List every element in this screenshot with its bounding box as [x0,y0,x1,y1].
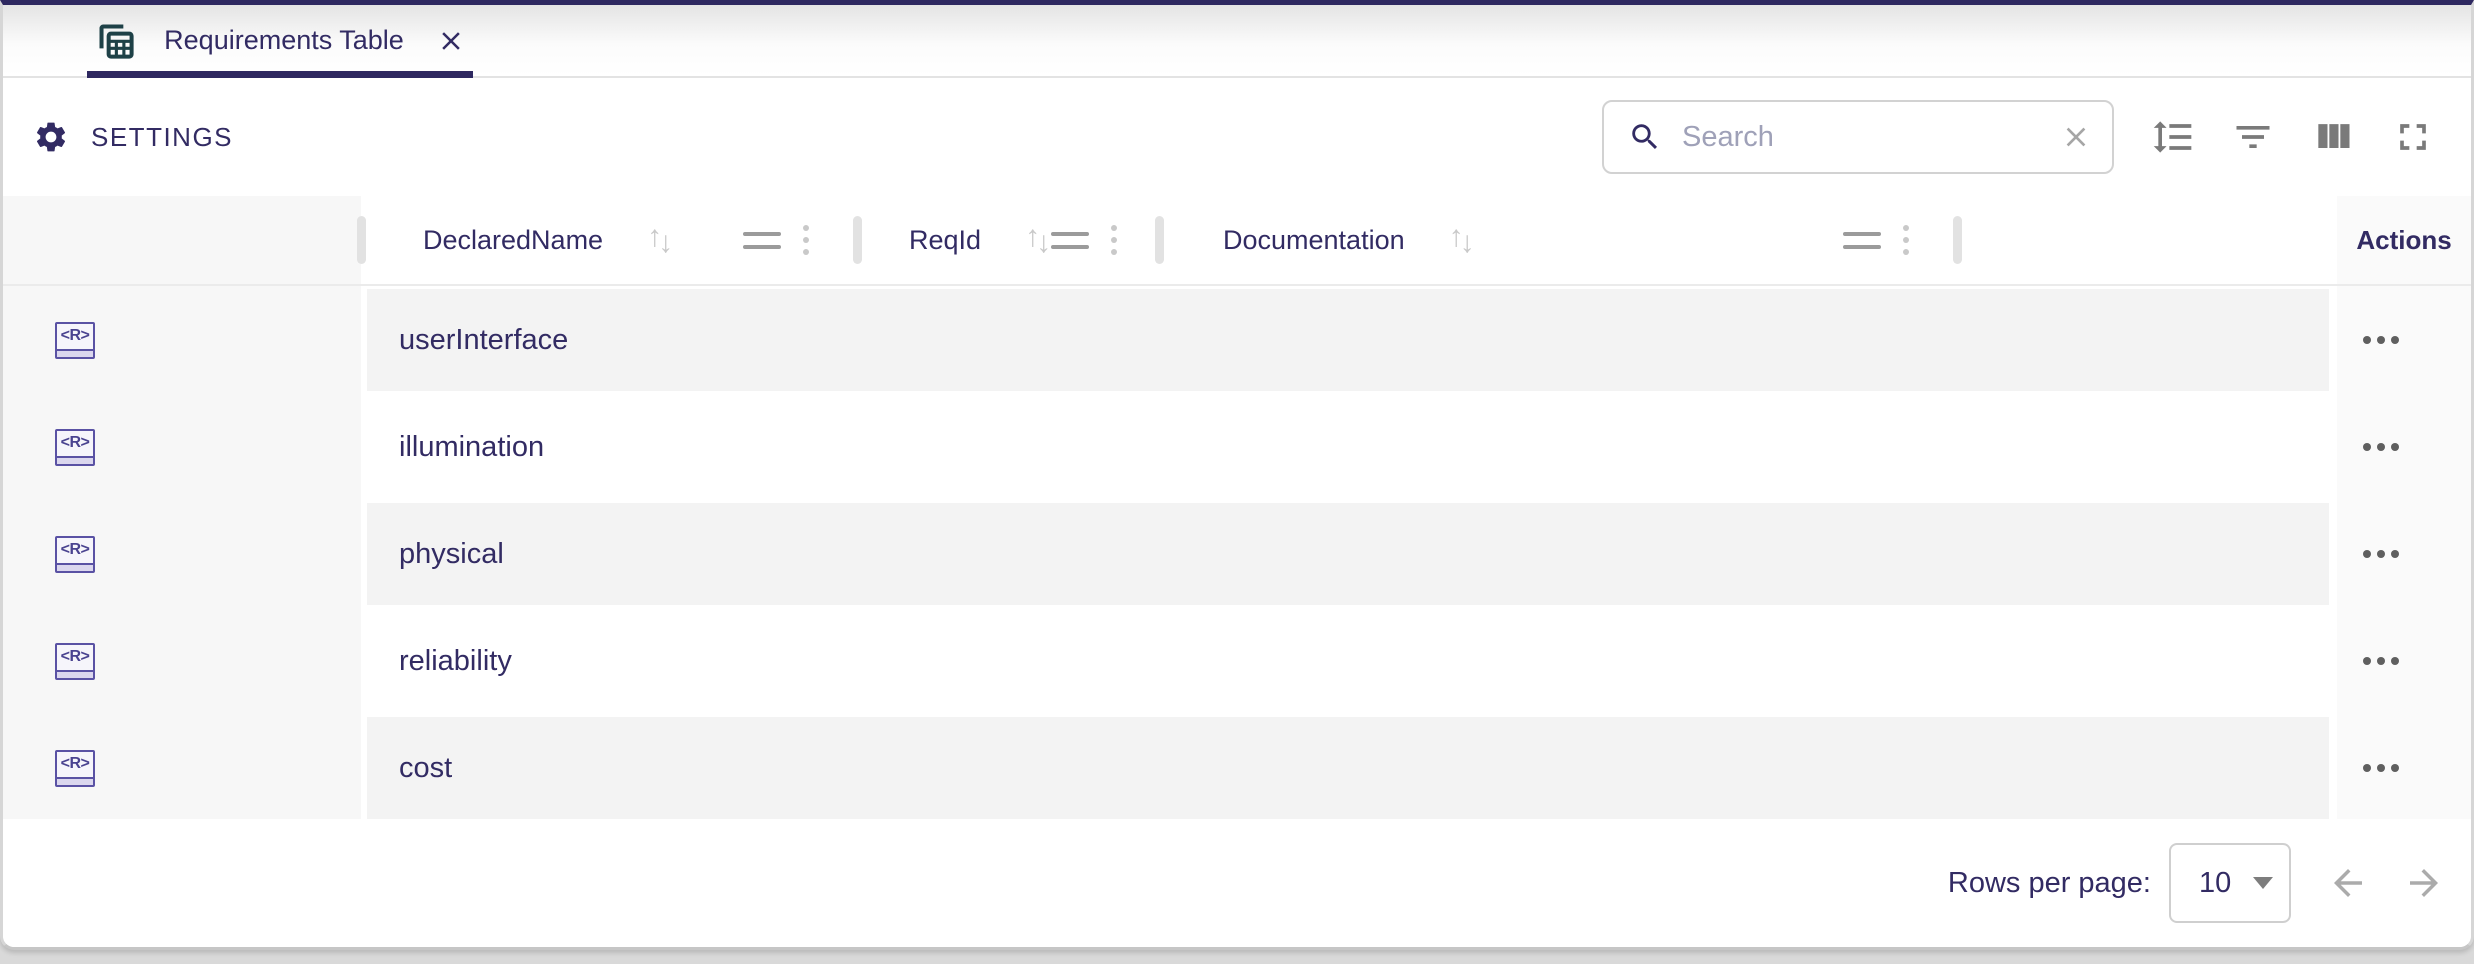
equals-icon[interactable] [743,232,781,249]
vertical-dots-icon[interactable] [1901,223,1911,257]
rows-per-page-value: 10 [2199,867,2231,900]
declaredname-cell[interactable]: reliability [367,610,2329,712]
table-footer: Rows per page: 10 [3,819,2471,947]
tab-requirements-table[interactable]: Requirements Table [87,5,473,76]
column-header-reqid[interactable]: ReqId ↑↓ [857,196,1159,284]
close-icon[interactable] [2060,121,2092,153]
table-row[interactable]: <R> userInterface [3,289,2471,391]
declaredname-cell[interactable]: userInterface [367,289,2329,391]
declaredname-value: reliability [399,645,512,678]
column-header-documentation[interactable]: Documentation ↑↓ [1159,196,1957,284]
declaredname-value: physical [399,538,504,571]
ellipsis-icon[interactable] [2359,651,2403,671]
column-header-declaredname[interactable]: DeclaredName ↑↓ [361,196,857,284]
sort-arrows-icon[interactable]: ↑↓ [1025,225,1051,255]
toolbar-right [1602,100,2437,174]
row-actions-cell [2337,610,2471,712]
ellipsis-icon[interactable] [2359,437,2403,457]
fullscreen-icon[interactable] [2389,113,2437,161]
row-type-cell: <R> [3,289,361,391]
column-header-icons [3,196,361,284]
gear-icon [33,119,69,155]
tab-title: Requirements Table [164,25,404,56]
declaredname-cell[interactable]: cost [367,717,2329,819]
close-icon[interactable] [436,26,466,56]
search-icon [1628,120,1662,154]
tab-bar: Requirements Table [3,5,2471,78]
declaredname-value: cost [399,752,452,785]
row-type-cell: <R> [3,503,361,605]
caret-down-icon [2253,877,2273,889]
requirement-icon: <R> [55,429,95,466]
search-input[interactable] [1680,120,2060,155]
app-window: Requirements Table SETTINGS [0,0,2474,950]
row-height-icon[interactable] [2149,113,2197,161]
column-header-actions: Actions [2337,196,2471,284]
table-row[interactable]: <R> cost [3,717,2471,819]
settings-button[interactable]: SETTINGS [33,119,233,155]
column-resize-handle[interactable] [357,216,366,264]
table-header: DeclaredName ↑↓ ReqId ↑↓ Documentation ↑… [3,196,2471,286]
filter-icon[interactable] [2229,113,2277,161]
next-page-button[interactable] [2399,858,2449,908]
settings-label: SETTINGS [91,122,233,153]
row-type-cell: <R> [3,717,361,819]
rows-per-page-label: Rows per page: [1948,867,2151,900]
table-row[interactable]: <R> reliability [3,610,2471,712]
declaredname-cell[interactable]: physical [367,503,2329,605]
vertical-dots-icon[interactable] [1109,223,1119,257]
search-box [1602,100,2114,174]
requirement-icon: <R> [55,643,95,680]
previous-page-button[interactable] [2323,858,2373,908]
table-toolbar-icons [2149,113,2437,161]
settings-toolbar: SETTINGS [3,78,2471,196]
table-body: <R> userInterface <R> illumination [3,286,2471,819]
vertical-dots-icon[interactable] [801,223,811,257]
row-actions-cell [2337,289,2471,391]
equals-icon[interactable] [1843,232,1881,249]
row-actions-cell [2337,717,2471,819]
column-resize-handle[interactable] [1953,216,1962,264]
requirement-icon: <R> [55,322,95,359]
column-resize-handle[interactable] [1155,216,1164,264]
row-type-cell: <R> [3,396,361,498]
equals-icon[interactable] [1051,232,1089,249]
ellipsis-icon[interactable] [2359,330,2403,350]
requirements-table-icon [94,19,138,63]
declaredname-value: illumination [399,431,544,464]
sort-arrows-icon[interactable]: ↑↓ [1449,225,1475,255]
declaredname-cell[interactable]: illumination [367,396,2329,498]
declaredname-value: userInterface [399,324,568,357]
row-actions-cell [2337,503,2471,605]
columns-icon[interactable] [2309,113,2357,161]
ellipsis-icon[interactable] [2359,544,2403,564]
column-header-filler [1957,196,2337,284]
row-type-cell: <R> [3,610,361,712]
requirement-icon: <R> [55,750,95,787]
sort-arrows-icon[interactable]: ↑↓ [647,225,673,255]
rows-per-page-select[interactable]: 10 [2169,843,2291,923]
ellipsis-icon[interactable] [2359,758,2403,778]
requirement-icon: <R> [55,536,95,573]
table-row[interactable]: <R> illumination [3,396,2471,498]
table-row[interactable]: <R> physical [3,503,2471,605]
column-resize-handle[interactable] [853,216,862,264]
row-actions-cell [2337,396,2471,498]
